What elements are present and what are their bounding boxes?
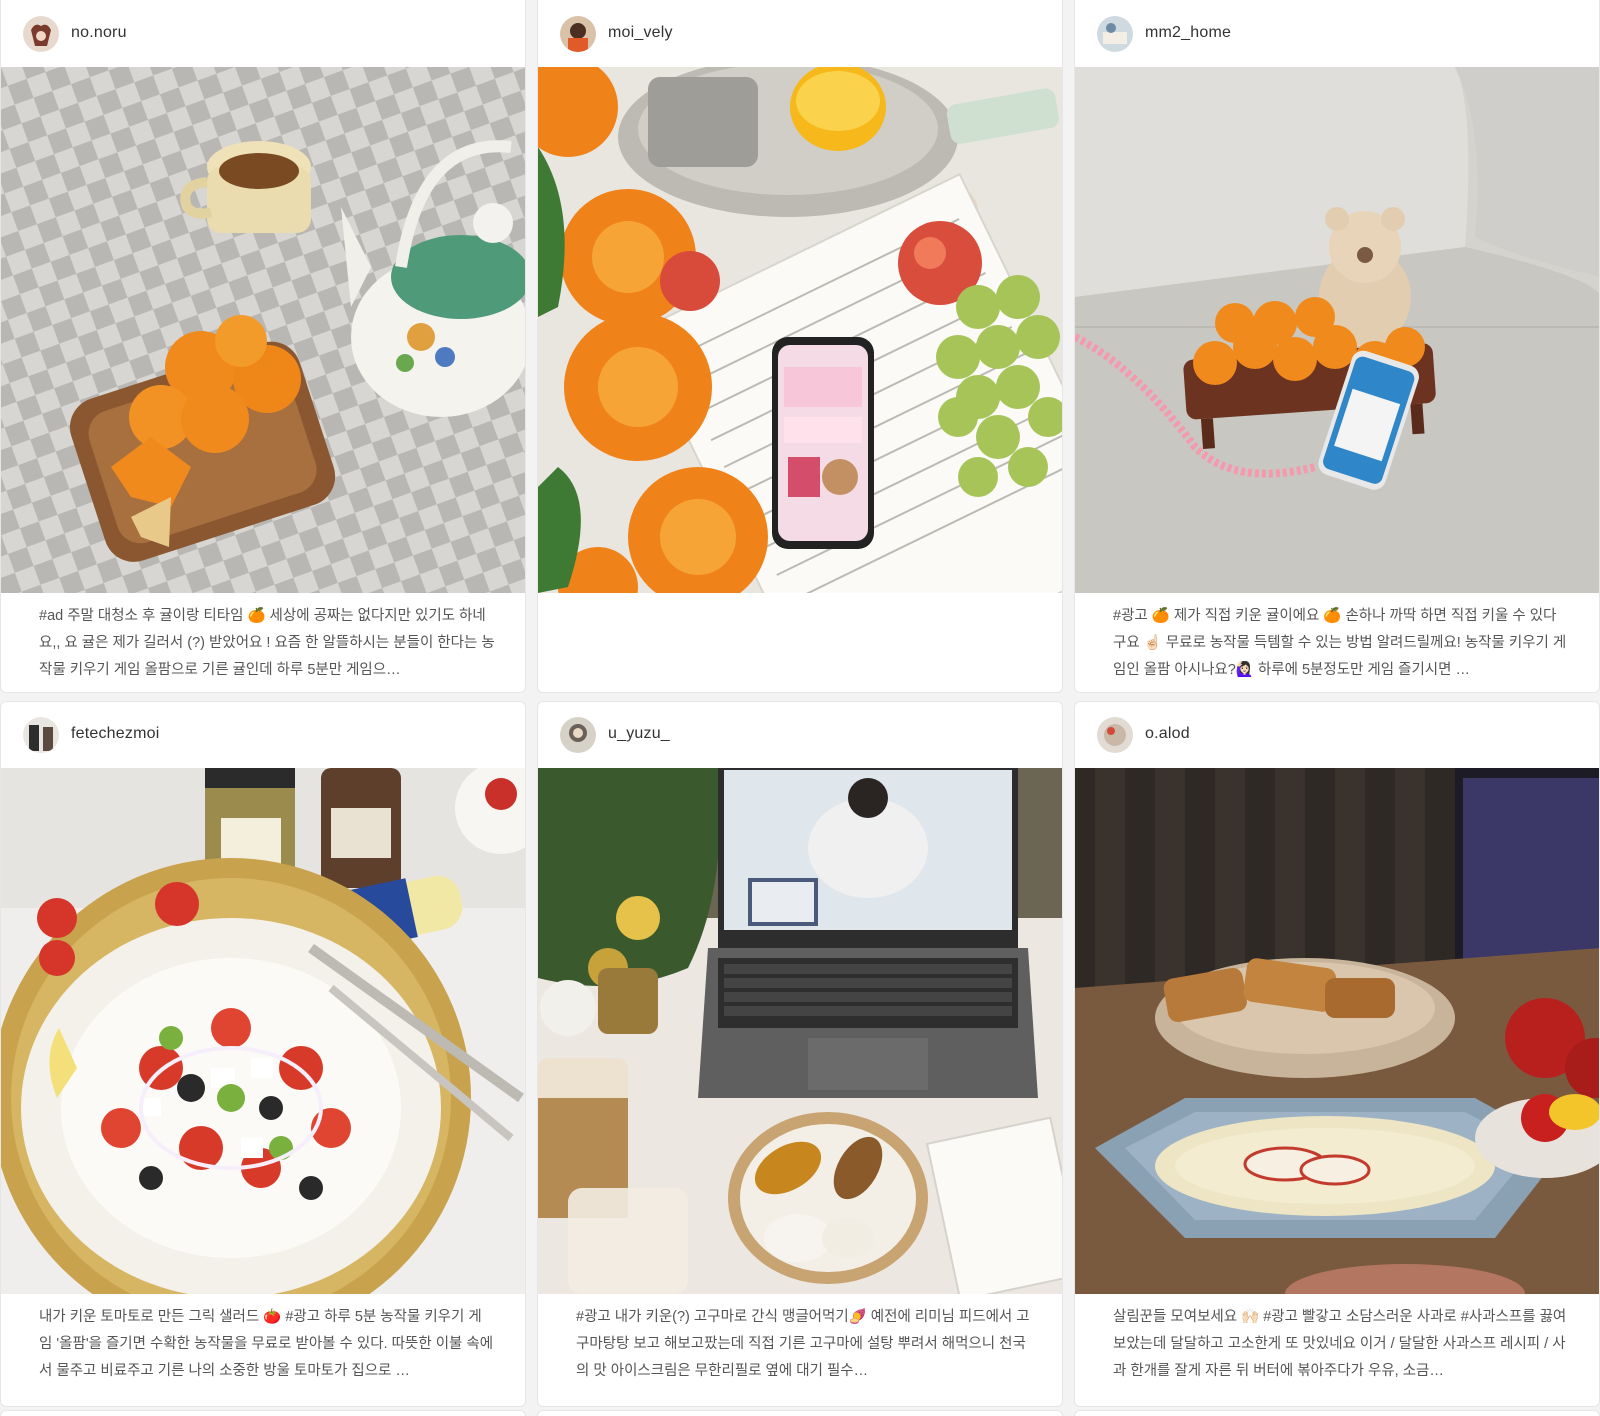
avatar[interactable] — [1097, 717, 1133, 753]
avatar[interactable] — [1097, 16, 1133, 52]
next-post-card-edge — [1074, 1410, 1600, 1416]
post-header: moi_vely — [538, 1, 1062, 67]
post-photo[interactable] — [1, 67, 525, 593]
username[interactable]: fetechezmoi — [71, 725, 159, 743]
post-caption — [576, 603, 1032, 684]
post-caption: 내가 키운 토마토로 만든 그릭 샐러드 🍅 #광고 하루 5분 농작물 키우기… — [39, 1309, 494, 1379]
username[interactable]: u_yuzu_ — [608, 725, 670, 743]
feed-grid: no.noru #ad 주말 대청소 후 귤이랑 티타임 🍊 세상에 공짜는 없… — [0, 0, 1600, 1416]
username[interactable]: no.noru — [71, 24, 127, 42]
avatar[interactable] — [560, 16, 596, 52]
post-card[interactable]: moi_vely — [537, 0, 1063, 693]
post-card[interactable]: mm2_home #광고 🍊 제가 직접 키운 귤이에요 🍊 손하나 까딱 하면… — [1074, 0, 1600, 693]
post-card[interactable]: fetechezmoi 내가 키운 토마토로 만든 그릭 샐러드 🍅 #광고 하… — [0, 701, 526, 1407]
post-photo[interactable] — [538, 67, 1062, 593]
post-header: o.alod — [1075, 702, 1599, 768]
post-header: mm2_home — [1075, 1, 1599, 67]
next-post-card-edge — [537, 1410, 1063, 1416]
post-header: fetechezmoi — [1, 702, 525, 768]
avatar[interactable] — [560, 717, 596, 753]
post-caption: 살림꾼들 모여보세요 🙌🏻 #광고 빨갛고 소담스러운 사과로 #사과스프를 끓… — [1113, 1309, 1567, 1379]
post-card[interactable]: no.noru #ad 주말 대청소 후 귤이랑 티타임 🍊 세상에 공짜는 없… — [0, 0, 526, 693]
post-photo[interactable] — [538, 768, 1062, 1294]
post-caption: #광고 🍊 제가 직접 키운 귤이에요 🍊 손하나 까딱 하면 직접 키울 수 … — [1113, 608, 1567, 678]
post-photo[interactable] — [1075, 768, 1599, 1294]
post-caption: #ad 주말 대청소 후 귤이랑 티타임 🍊 세상에 공짜는 없다지만 있기도 … — [39, 608, 495, 678]
post-header: no.noru — [1, 1, 525, 67]
post-card[interactable]: u_yuzu_ #광고 내가 키운(?) 고구마로 간식 맹글어먹기🍠 예전에 … — [537, 701, 1063, 1407]
post-caption: #광고 내가 키운(?) 고구마로 간식 맹글어먹기🍠 예전에 리미님 피드에서… — [576, 1309, 1030, 1379]
post-header: u_yuzu_ — [538, 702, 1062, 768]
avatar[interactable] — [23, 717, 59, 753]
username[interactable]: mm2_home — [1145, 24, 1231, 42]
next-post-card-edge — [0, 1410, 526, 1416]
post-photo[interactable] — [1075, 67, 1599, 593]
username[interactable]: o.alod — [1145, 725, 1190, 743]
post-photo[interactable] — [1, 768, 525, 1294]
post-card[interactable]: o.alod 살림꾼들 모여보세요 🙌🏻 #광고 빨갛고 소담스러운 사과로 #… — [1074, 701, 1600, 1407]
avatar[interactable] — [23, 16, 59, 52]
username[interactable]: moi_vely — [608, 24, 673, 42]
